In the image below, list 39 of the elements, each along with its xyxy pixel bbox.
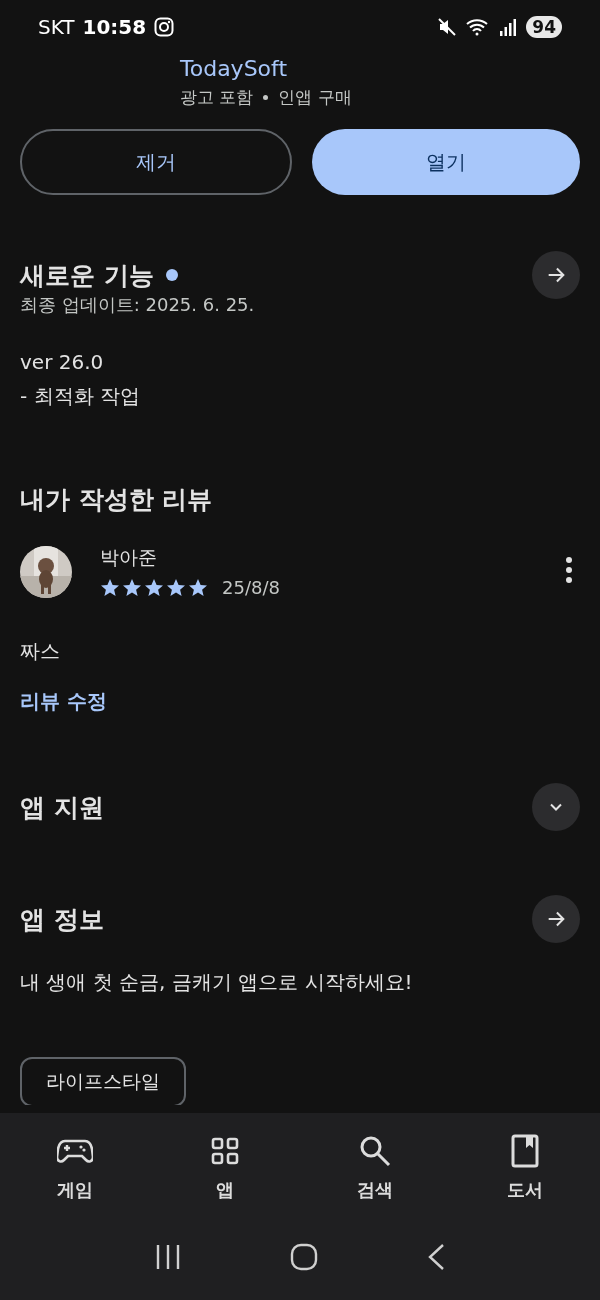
star-icon: [122, 577, 142, 598]
arrow-button[interactable]: [532, 895, 580, 943]
open-button[interactable]: 열기: [312, 129, 580, 195]
app-note: 광고 포함: [180, 86, 254, 109]
uninstall-button[interactable]: 제거: [20, 129, 292, 195]
star-icon: [144, 577, 164, 598]
star-icon: [166, 577, 186, 598]
nav-tab[interactable]: 도서: [450, 1134, 600, 1202]
section-title: 앱 정보: [20, 903, 104, 936]
review-text: 짜스: [19, 638, 61, 665]
instagram-icon: [154, 17, 175, 37]
carrier: SKT: [38, 15, 75, 39]
mute-icon: [438, 18, 457, 36]
more-vertical-icon: [566, 557, 572, 583]
section-title: 새로운 기능: [20, 259, 154, 292]
app-description: 내 생애 첫 순금, 금캐기 앱으로 시작하세요!: [19, 969, 414, 996]
app-note: 인앱 구매: [278, 86, 352, 109]
clock: 10:58: [82, 15, 147, 39]
star-icon: [100, 577, 120, 598]
signal-icon: [500, 18, 517, 36]
arrow-button[interactable]: [532, 251, 580, 299]
star-icon: [188, 577, 208, 598]
developer-link[interactable]: TodaySoft: [180, 54, 600, 84]
reviewer-name: 박아준: [100, 545, 158, 570]
update-date: 최종 업데이트: 2025. 6. 25.: [19, 293, 256, 317]
section-title: 내가 작성한 리뷰: [20, 483, 213, 516]
battery-level: 94: [526, 16, 562, 38]
book-icon: [511, 1134, 539, 1168]
separator-dot-icon: [263, 95, 269, 100]
nav-tab[interactable]: 게임: [0, 1134, 150, 1202]
category-chip[interactable]: 라이프스타일: [20, 1057, 186, 1105]
release-note: ver 26.0: [19, 349, 105, 376]
section-title: 앱 지원: [20, 791, 104, 824]
nav-tab[interactable]: 앱: [150, 1134, 300, 1202]
nav-tab[interactable]: 검색: [300, 1134, 450, 1202]
release-note: - 최적화 작업: [19, 383, 141, 410]
review-date: 25/8/8: [222, 577, 280, 598]
edit-review-link[interactable]: 리뷰 수정: [0, 688, 127, 715]
search-icon: [359, 1134, 391, 1168]
